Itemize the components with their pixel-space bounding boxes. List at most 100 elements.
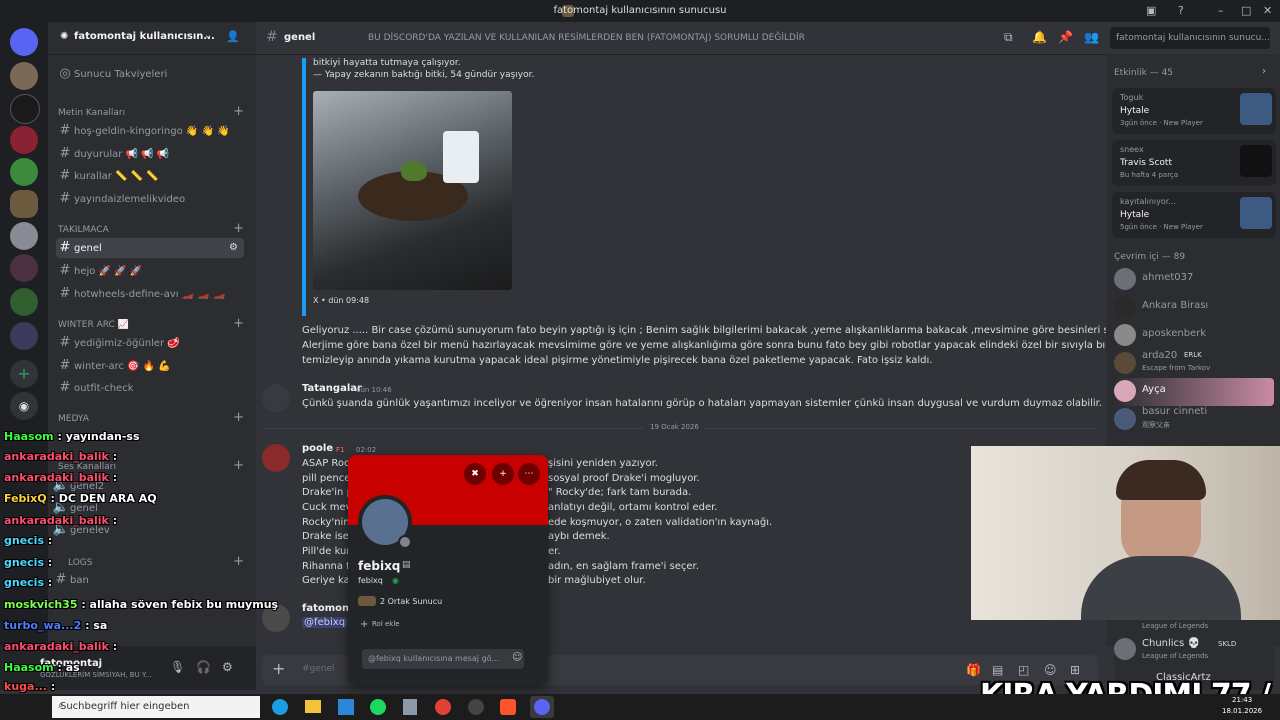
server-icon[interactable] bbox=[10, 158, 38, 186]
server-header[interactable]: ✺ fatomontaj kullanıcısın... ⌄ 👤 bbox=[48, 22, 256, 55]
channel-item[interactable]: # hoş-geldin-kingoringo 👋 👋 👋 bbox=[56, 121, 244, 141]
obs-icon[interactable] bbox=[468, 699, 484, 715]
message-text: sosyal proof Drake'i mogluyor. bbox=[548, 473, 700, 484]
overlay-user: gnecis bbox=[4, 556, 45, 569]
member-item[interactable]: arda20 ERLK Escape from Tarkov bbox=[1114, 350, 1274, 378]
chrome-icon[interactable] bbox=[435, 699, 451, 715]
block-icon[interactable]: ✖ bbox=[464, 463, 486, 485]
member-name: aposkenberk bbox=[1142, 328, 1207, 339]
edge-icon[interactable] bbox=[272, 699, 288, 715]
overlay-text: yayından-ss bbox=[65, 430, 140, 443]
activity-card[interactable]: Toguk Hytale 3gün önce · New Player bbox=[1112, 88, 1276, 134]
channel-item-genel[interactable]: # genel ⚙ bbox=[56, 238, 244, 258]
apps-icon[interactable]: ⊞ bbox=[1070, 663, 1080, 677]
settings-icon[interactable]: ⚙ bbox=[229, 238, 238, 258]
emoji-icon[interactable]: ☺ bbox=[512, 652, 522, 663]
more-icon[interactable]: ⋯ bbox=[518, 463, 540, 485]
threads-icon[interactable]: ⧉ bbox=[1004, 30, 1013, 45]
discord-taskbar-button[interactable] bbox=[530, 696, 554, 718]
server-icon[interactable] bbox=[10, 288, 38, 316]
server-icon[interactable] bbox=[10, 322, 38, 350]
add-role-button[interactable]: Rol ekle bbox=[372, 620, 400, 628]
member-item[interactable]: basur cinneti 观察父亲 bbox=[1114, 406, 1274, 434]
maximize-button[interactable]: □ bbox=[1241, 4, 1251, 17]
server-boosts[interactable]: ◎ Sunucu Takviyeleri bbox=[56, 64, 244, 84]
store-icon[interactable] bbox=[338, 699, 354, 715]
taskbar-search[interactable]: ⌕ Suchbegriff hier eingeben bbox=[52, 696, 260, 718]
channel-item[interactable]: # outfit-check bbox=[56, 378, 244, 398]
mutual-servers[interactable]: 2 Ortak Sunucu bbox=[380, 597, 442, 606]
add-channel-icon[interactable]: + bbox=[233, 316, 244, 331]
gift-icon[interactable]: 🎁 bbox=[966, 663, 981, 677]
add-attachment-icon[interactable]: + bbox=[272, 659, 285, 678]
channel-label: yediğimiz-öğünler 🥩 bbox=[74, 338, 180, 349]
members-icon[interactable]: 👥 bbox=[1084, 30, 1099, 44]
message-author[interactable]: poole bbox=[302, 443, 333, 454]
category-label[interactable]: TAKILMACA bbox=[58, 225, 109, 235]
invite-icon[interactable]: 👤 bbox=[226, 30, 240, 43]
add-friend-icon[interactable]: + bbox=[492, 463, 514, 485]
member-item[interactable]: ahmet037 bbox=[1114, 266, 1274, 294]
minimize-button[interactable]: – bbox=[1218, 4, 1224, 17]
server-icon[interactable] bbox=[10, 94, 40, 124]
window-titlebar: fatomontaj kullanıcısının sunucusu ▣ ? –… bbox=[0, 0, 1280, 22]
file-explorer-icon[interactable] bbox=[305, 700, 321, 713]
add-channel-icon[interactable]: + bbox=[233, 410, 244, 425]
category-label[interactable]: MEDYA bbox=[58, 414, 89, 424]
add-channel-icon[interactable]: + bbox=[233, 221, 244, 236]
channel-topic[interactable]: BU DİSCORD'DA YAZILAN VE KULLANILAN RESİ… bbox=[368, 33, 805, 43]
discover-icon[interactable]: ◉ bbox=[10, 392, 38, 420]
overlay-user: turbo_wa...2 bbox=[4, 619, 82, 632]
calculator-icon[interactable] bbox=[403, 699, 417, 715]
bell-icon[interactable]: 🔔 bbox=[1032, 30, 1047, 44]
embed-image[interactable] bbox=[313, 91, 512, 290]
add-channel-icon[interactable]: + bbox=[233, 104, 244, 119]
help-icon[interactable]: ? bbox=[1178, 4, 1184, 17]
add-server-icon[interactable]: + bbox=[10, 360, 38, 388]
member-item[interactable]: Ankara Birası bbox=[1114, 294, 1274, 322]
member-name[interactable]: Chunlics 💀 bbox=[1142, 638, 1200, 649]
channel-item[interactable]: # hejo 🚀 🚀 🚀 bbox=[56, 261, 244, 281]
close-button[interactable]: ✕ bbox=[1263, 4, 1272, 17]
channel-item[interactable]: # yayındaizlemelikvideo bbox=[56, 189, 244, 209]
channel-item[interactable]: # hotwheels-define-avı 🏎️ 🏎️ 🏎️ bbox=[56, 284, 244, 304]
overlay-user: gnecis bbox=[4, 534, 45, 547]
sticker-icon[interactable]: ◰ bbox=[1018, 663, 1029, 677]
activity-card[interactable]: kayıtalınıyor... Hytale 5gün önce · New … bbox=[1112, 192, 1276, 238]
channel-item[interactable]: # yediğimiz-öğünler 🥩 bbox=[56, 333, 244, 353]
guild-tag: SKLD bbox=[1218, 640, 1237, 648]
member-item[interactable]: aposkenberk bbox=[1114, 322, 1274, 350]
avatar[interactable] bbox=[262, 384, 290, 412]
channel-header: # genel BU DİSCORD'DA YAZILAN VE KULLANI… bbox=[256, 22, 1280, 55]
search-input[interactable]: fatomontaj kullanıcısının sunucu... bbox=[1110, 27, 1270, 49]
pin-icon[interactable]: 📌 bbox=[1058, 30, 1073, 44]
activity-card[interactable]: sneex Travis Scott Bu hafta 4 parça bbox=[1112, 140, 1276, 186]
gif-icon[interactable]: ▤ bbox=[992, 663, 1003, 677]
category-label[interactable]: Metin Kanalları bbox=[58, 108, 125, 118]
mention[interactable]: @febixq bbox=[302, 617, 348, 628]
server-icon[interactable] bbox=[10, 254, 38, 282]
server-icon[interactable] bbox=[10, 62, 38, 90]
member-item[interactable]: Ayça bbox=[1114, 378, 1274, 406]
home-button[interactable] bbox=[10, 28, 38, 56]
dm-input[interactable]: @febixq kullanıcısına mesaj gö... ☺ bbox=[362, 649, 524, 669]
server-icon-active[interactable] bbox=[10, 190, 38, 218]
chevron-down-icon: ⌄ bbox=[204, 30, 213, 41]
channel-item[interactable]: # kurallar 📏 📏 📏 bbox=[56, 166, 244, 186]
spotify-icon[interactable] bbox=[370, 699, 386, 715]
server-icon[interactable] bbox=[10, 222, 38, 250]
emoji-icon[interactable]: ☺ bbox=[1044, 663, 1057, 677]
chevron-right-icon[interactable]: › bbox=[1262, 66, 1266, 77]
avatar[interactable] bbox=[1114, 638, 1136, 660]
message-author[interactable]: Tatangalar bbox=[302, 383, 362, 394]
inbox-icon[interactable]: ▣ bbox=[1146, 4, 1156, 17]
boosts-label: Sunucu Takviyeleri bbox=[74, 69, 168, 80]
channel-label: duyurular 📢 📢 📢 bbox=[74, 149, 170, 160]
channel-item[interactable]: # winter-arc 🎯 🔥 💪 bbox=[56, 356, 244, 376]
avatar bbox=[1114, 408, 1136, 430]
brave-icon[interactable] bbox=[500, 699, 516, 715]
message-text: pill pencer bbox=[302, 473, 355, 484]
channel-item[interactable]: # duyurular 📢 📢 📢 bbox=[56, 144, 244, 164]
category-label[interactable]: WINTER ARC 📈 bbox=[58, 320, 129, 330]
server-icon[interactable] bbox=[10, 126, 38, 154]
